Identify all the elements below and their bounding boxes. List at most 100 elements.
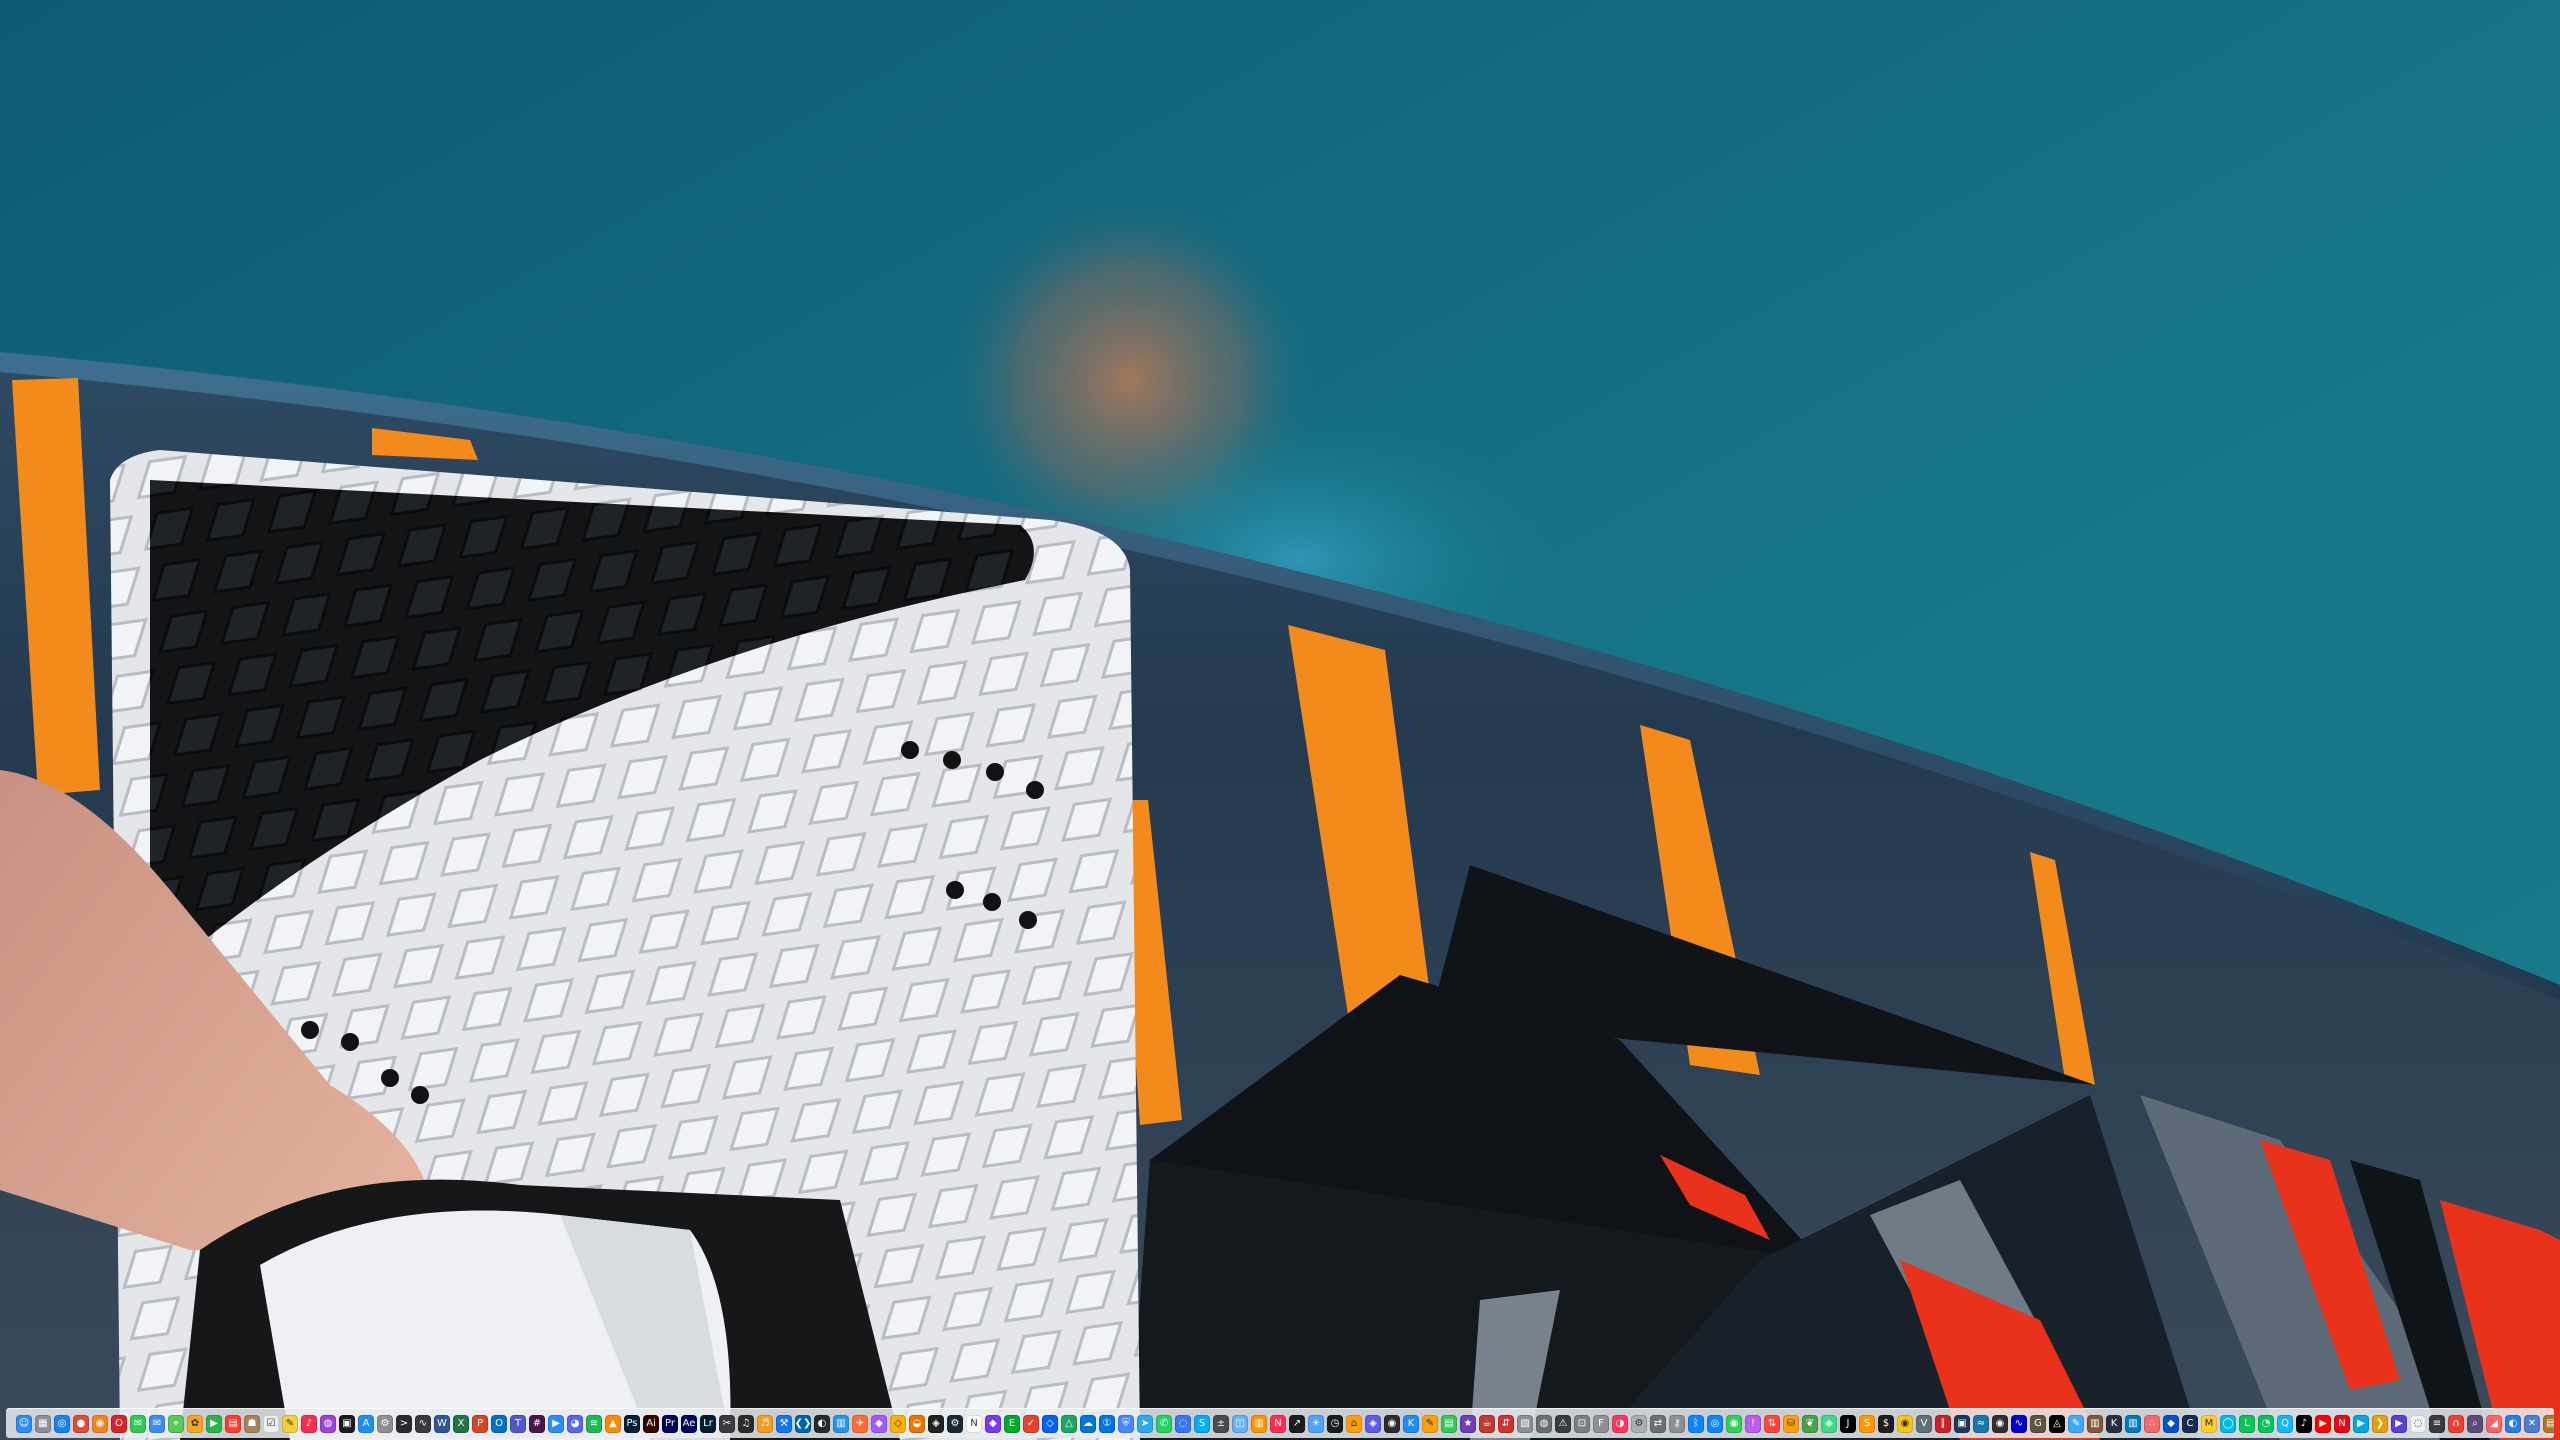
automator-icon[interactable]: ⚙: [1631, 1414, 1647, 1433]
iterm-icon[interactable]: $: [1878, 1414, 1894, 1433]
onedrive-icon[interactable]: ☁: [1080, 1414, 1096, 1433]
jetbrains-icon[interactable]: J: [1840, 1414, 1856, 1433]
github-icon[interactable]: ◐: [814, 1414, 830, 1433]
opera-icon[interactable]: O: [111, 1414, 127, 1433]
find-my-icon[interactable]: ◉: [1726, 1414, 1742, 1433]
evernote-icon[interactable]: E: [1004, 1414, 1020, 1433]
google-drive-icon[interactable]: △: [1061, 1414, 1077, 1433]
activity-monitor-icon[interactable]: ∿: [415, 1414, 431, 1433]
sketch-icon[interactable]: ◇: [890, 1414, 906, 1433]
font-book-icon[interactable]: F: [1593, 1414, 1609, 1433]
postman-icon[interactable]: ✈: [852, 1414, 868, 1433]
magnet-icon[interactable]: ∩: [2448, 1414, 2464, 1433]
qq-icon[interactable]: Q: [2277, 1414, 2293, 1433]
garageband-icon[interactable]: ♬: [757, 1414, 773, 1433]
tiktok-icon[interactable]: ♪: [2296, 1414, 2312, 1433]
krita-icon[interactable]: ✎: [2068, 1414, 2084, 1433]
feedback-icon[interactable]: !: [1745, 1414, 1761, 1433]
desktop[interactable]: ☺ ▦ ◎ ● ◉ O ✉ ✉ ⌖ ✿ ▶ ▤ ☗ ☑ ✎ ♪ ◍ ▣ A ⚙ > ∿ W X P O T # ▶ ◕ ≋ ▲ Ps Ai Pr Ae…: [0, 0, 2560, 1440]
unity-icon[interactable]: ◈: [928, 1414, 944, 1433]
alfred-icon[interactable]: ⌕: [2467, 1414, 2483, 1433]
prime-video-icon[interactable]: ▶: [2353, 1414, 2369, 1433]
airdrop-icon[interactable]: ◎: [1707, 1414, 1723, 1433]
slack-icon[interactable]: #: [529, 1414, 545, 1433]
word-icon[interactable]: W: [434, 1414, 450, 1433]
calibre-icon[interactable]: ▥: [2087, 1414, 2103, 1433]
the-unarchiver-icon[interactable]: ▤: [2543, 1414, 2554, 1433]
after-effects-icon[interactable]: Ae: [681, 1414, 697, 1433]
cyberduck-icon[interactable]: ◉: [1897, 1414, 1913, 1433]
xcode-icon[interactable]: ⚒: [776, 1414, 792, 1433]
android-studio-icon[interactable]: ◈: [1821, 1414, 1837, 1433]
line-icon[interactable]: L: [2239, 1414, 2255, 1433]
migration-icon[interactable]: ⇄: [1650, 1414, 1666, 1433]
terminal-icon[interactable]: >: [396, 1414, 412, 1433]
firefox-icon[interactable]: ◉: [92, 1414, 108, 1433]
kindle-icon[interactable]: K: [2106, 1414, 2122, 1433]
amphetamine-icon[interactable]: ◌: [2410, 1414, 2426, 1433]
archive-utility-icon[interactable]: ▧: [1517, 1414, 1533, 1433]
screenshot-icon[interactable]: ⊡: [1574, 1414, 1590, 1433]
iina-icon[interactable]: ▶: [2391, 1414, 2407, 1433]
discord-icon[interactable]: ◕: [567, 1414, 583, 1433]
photos-icon[interactable]: ✿: [187, 1414, 203, 1433]
books-icon[interactable]: ▥: [1251, 1414, 1267, 1433]
outlook-icon[interactable]: O: [491, 1414, 507, 1433]
voice-memos-icon[interactable]: ◉: [1384, 1414, 1400, 1433]
settings-icon[interactable]: ⚙: [377, 1414, 393, 1433]
disk-utility-icon[interactable]: ◍: [1536, 1414, 1552, 1433]
cleanmymac-icon[interactable]: ◐: [2505, 1414, 2521, 1433]
logic-icon[interactable]: ♫: [738, 1414, 754, 1433]
facetime-icon[interactable]: ▶: [206, 1414, 222, 1433]
bartender-icon[interactable]: ≡: [2429, 1414, 2445, 1433]
steam-icon[interactable]: ⚙: [947, 1414, 963, 1433]
teams-icon[interactable]: T: [510, 1414, 526, 1433]
youtube-icon[interactable]: ▶: [2315, 1414, 2331, 1433]
figma-icon[interactable]: ◆: [871, 1414, 887, 1433]
preview-icon[interactable]: ◫: [1232, 1414, 1248, 1433]
vmware-icon[interactable]: V: [1916, 1414, 1932, 1433]
transmission-icon[interactable]: ⇵: [1498, 1414, 1514, 1433]
vlc-icon[interactable]: ▲: [605, 1414, 621, 1433]
messages-icon[interactable]: ✉: [130, 1414, 146, 1433]
illustrator-icon[interactable]: Ai: [643, 1414, 659, 1433]
weather-icon[interactable]: ☀: [1308, 1414, 1324, 1433]
spotify-icon[interactable]: ≋: [586, 1414, 602, 1433]
asana-icon[interactable]: ∴: [2144, 1414, 2160, 1433]
photoshop-icon[interactable]: Ps: [624, 1414, 640, 1433]
podcasts-icon[interactable]: ◍: [320, 1414, 336, 1433]
signal-icon[interactable]: ◌: [1175, 1414, 1191, 1433]
chrome-icon[interactable]: ●: [73, 1414, 89, 1433]
gimp-icon[interactable]: G: [2030, 1414, 2046, 1433]
imovie-icon[interactable]: ★: [1460, 1414, 1476, 1433]
confluence-icon[interactable]: C: [2182, 1414, 2198, 1433]
docker-icon[interactable]: ▥: [833, 1414, 849, 1433]
clock-icon[interactable]: ◷: [1327, 1414, 1343, 1433]
trello-icon[interactable]: ▥: [2125, 1414, 2141, 1433]
shortcuts-icon[interactable]: ◈: [1365, 1414, 1381, 1433]
webex-icon[interactable]: ◯: [2220, 1414, 2236, 1433]
database-icon[interactable]: ⛁: [1783, 1414, 1799, 1433]
mail-icon[interactable]: ✉: [149, 1414, 165, 1433]
keychain-icon[interactable]: ⚷: [1669, 1414, 1685, 1433]
home-icon[interactable]: ⌂: [1346, 1414, 1362, 1433]
mongodb-icon[interactable]: ❦: [1802, 1414, 1818, 1433]
inkscape-icon[interactable]: ◬: [2049, 1414, 2065, 1433]
wireshark-icon[interactable]: ≈: [1973, 1414, 1989, 1433]
maps-icon[interactable]: ⌖: [168, 1414, 184, 1433]
app-store-icon[interactable]: A: [358, 1414, 374, 1433]
jira-icon[interactable]: ◆: [2163, 1414, 2179, 1433]
powerpoint-icon[interactable]: P: [472, 1414, 488, 1433]
reminders-icon[interactable]: ☑: [263, 1414, 279, 1433]
excel-icon[interactable]: X: [453, 1414, 469, 1433]
tv-icon[interactable]: ▣: [339, 1414, 355, 1433]
notion-icon[interactable]: N: [966, 1414, 982, 1433]
miro-icon[interactable]: M: [2201, 1414, 2217, 1433]
stocks-icon[interactable]: ↗: [1289, 1414, 1305, 1433]
lightroom-icon[interactable]: Lr: [700, 1414, 716, 1433]
contacts-icon[interactable]: ☗: [244, 1414, 260, 1433]
raycast-icon[interactable]: ◢: [2486, 1414, 2502, 1433]
blender-icon[interactable]: ◒: [909, 1414, 925, 1433]
launchpad-icon[interactable]: ▦: [35, 1414, 51, 1433]
audacity-icon[interactable]: ∿: [2011, 1414, 2027, 1433]
